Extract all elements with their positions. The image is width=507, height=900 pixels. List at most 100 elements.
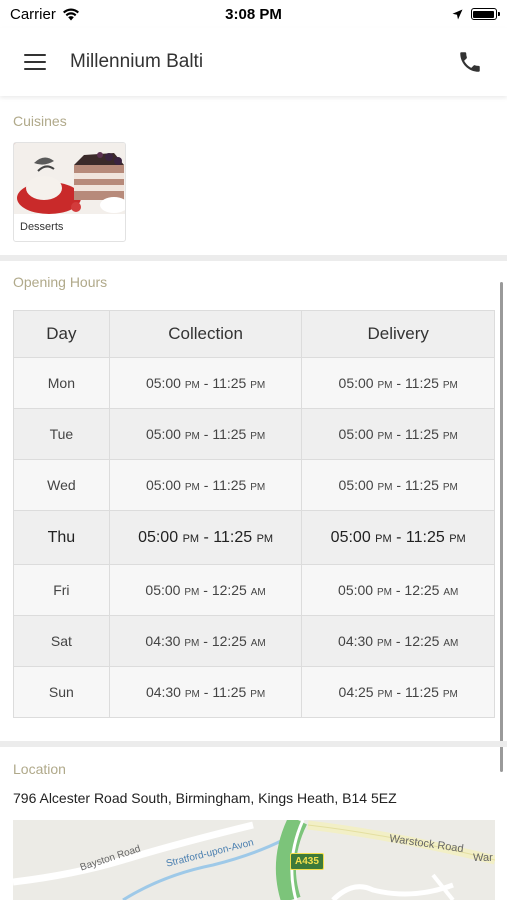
table-row: Thu 05:00 PM - 11:25 PM 05:00 PM - 11:25 P… — [13, 510, 495, 565]
battery-icon — [470, 8, 500, 20]
time-open-label: 05:00 — [145, 426, 181, 442]
ampm-label: PM — [376, 587, 392, 598]
status-left: Carrier — [10, 6, 130, 23]
time-open-label: 05:00 — [338, 477, 374, 493]
day-cell: Fri — [13, 564, 110, 616]
status-time: 3:08 PM — [225, 5, 282, 23]
time-open-label: 05:00 — [330, 528, 371, 546]
cuisine-label: Desserts — [20, 221, 64, 233]
ampm-label: PM — [250, 482, 266, 493]
table-row: Tue 05:00 PM - 11:25 PM 05:00 PM - 11:25 P… — [13, 408, 495, 460]
ampm-label: AM — [250, 587, 266, 598]
time-close-label: 11:25 — [404, 684, 439, 700]
ampm-label: PM — [449, 532, 466, 545]
ampm-label: PM — [182, 532, 200, 545]
time-close-label: 11:25 — [405, 528, 445, 546]
app-bar: Millennium Balti — [0, 28, 507, 96]
carrier-label: Carrier — [10, 5, 56, 23]
time-open-label: 04:30 — [338, 633, 374, 649]
time-open-label: 05:00 — [338, 426, 374, 442]
delivery-hours-cell: 05:00 PM - 11:25 PM — [301, 459, 495, 511]
time-open-label: 05:00 — [145, 375, 181, 391]
table-row: Sun 04:30 PM - 11:25 PM 04:25 PM - 11:25 P… — [13, 666, 495, 718]
ampm-label: PM — [442, 689, 458, 700]
time-close-label: 11:25 — [404, 375, 439, 391]
delivery-hours-cell: 04:25 PM - 11:25 PM — [301, 666, 495, 718]
status-right — [377, 8, 500, 20]
phone-icon[interactable] — [457, 49, 483, 75]
time-close-label: 11:25 — [212, 477, 247, 493]
day-cell: Sat — [13, 615, 110, 667]
time-close-label: 11:25 — [212, 375, 247, 391]
ampm-label: PM — [377, 689, 393, 700]
ampm-label: PM — [442, 380, 458, 391]
time-open-label: 04:30 — [145, 633, 181, 649]
location-address: 796 Alcester Road South, Birmingham, Kin… — [13, 790, 397, 806]
time-close-label: 12:25 — [211, 633, 247, 649]
time-close-label: 11:25 — [404, 426, 439, 442]
time-open-label: 05:00 — [145, 477, 181, 493]
table-row: Sat 04:30 PM - 12:25 AM 04:30 PM - 12:25 A… — [13, 615, 495, 667]
table-row: Mon 05:00 PM - 11:25 PM 05:00 PM - 11:25 P… — [13, 357, 495, 409]
ampm-label: PM — [184, 689, 200, 700]
delivery-hours-cell: 05:00 PM - 11:25 PM — [301, 408, 495, 460]
time-open-label: 05:00 — [338, 582, 374, 598]
ampm-label: PM — [376, 638, 392, 649]
ampm-label: PM — [442, 482, 458, 493]
collection-hours-cell: 05:00 PM - 11:25 PM — [108, 408, 303, 460]
time-close-label: 11:25 — [213, 528, 253, 546]
scrollbar[interactable] — [500, 282, 503, 772]
ampm-label: PM — [250, 689, 266, 700]
time-open-label: 05:00 — [338, 375, 374, 391]
location-heading: Location — [13, 761, 66, 777]
day-cell: Mon — [13, 357, 110, 409]
ampm-label: PM — [250, 431, 266, 442]
delivery-hours-cell: 05:00 PM - 11:25 PM — [301, 510, 495, 565]
ampm-label: PM — [184, 638, 200, 649]
collection-hours-cell: 04:30 PM - 12:25 AM — [108, 615, 303, 667]
day-cell: Tue — [13, 408, 110, 460]
cuisines-heading: Cuisines — [13, 113, 67, 129]
section-divider — [0, 741, 507, 747]
ampm-label: PM — [250, 380, 266, 391]
ampm-label: PM — [184, 380, 200, 391]
time-close-label: 12:25 — [404, 582, 440, 598]
ampm-label: AM — [250, 638, 266, 649]
collection-hours-cell: 05:00 PM - 11:25 PM — [108, 357, 303, 409]
time-open-label: 04:30 — [145, 684, 181, 700]
time-close-label: 12:25 — [211, 582, 247, 598]
collection-hours-cell: 04:30 PM - 11:25 PM — [108, 666, 303, 718]
ampm-label: AM — [443, 638, 459, 649]
time-open-label: 05:00 — [145, 582, 181, 598]
time-close-label: 11:25 — [212, 684, 247, 700]
hamburger-menu-icon[interactable] — [24, 54, 46, 70]
column-header-collection: Collection — [108, 310, 303, 358]
column-header-day: Day — [13, 310, 110, 358]
column-header-delivery: Delivery — [301, 310, 495, 358]
time-close-label: 12:25 — [404, 633, 440, 649]
delivery-hours-cell: 04:30 PM - 12:25 AM — [301, 615, 495, 667]
location-map[interactable]: Bayston Road Stratford-upon-Avon Warstoc… — [13, 820, 495, 900]
opening-hours-table: Day Collection Delivery Mon 05:00 PM - 11… — [13, 310, 495, 718]
collection-hours-cell: 05:00 PM - 11:25 PM — [108, 459, 303, 511]
ampm-label: PM — [377, 482, 393, 493]
table-header-row: Day Collection Delivery — [13, 310, 495, 358]
ampm-label: PM — [184, 431, 200, 442]
location-arrow-icon — [452, 9, 463, 19]
section-divider — [0, 255, 507, 261]
delivery-hours-cell: 05:00 PM - 11:25 PM — [301, 357, 495, 409]
table-row: Wed 05:00 PM - 11:25 PM 05:00 PM - 11:25 P… — [13, 459, 495, 511]
cuisine-card-desserts[interactable]: Desserts — [13, 142, 126, 242]
time-close-label: 11:25 — [212, 426, 247, 442]
day-cell: Wed — [13, 459, 110, 511]
ampm-label: PM — [377, 431, 393, 442]
ampm-label: PM — [256, 532, 274, 545]
time-open-label: 04:25 — [338, 684, 374, 700]
delivery-hours-cell: 05:00 PM - 12:25 AM — [301, 564, 495, 616]
collection-hours-cell: 05:00 PM - 11:25 PM — [108, 510, 303, 565]
collection-hours-cell: 05:00 PM - 12:25 AM — [108, 564, 303, 616]
road-badge: A435 — [290, 853, 324, 870]
time-close-label: 11:25 — [404, 477, 439, 493]
ampm-label: PM — [377, 380, 393, 391]
desserts-image — [14, 143, 125, 214]
